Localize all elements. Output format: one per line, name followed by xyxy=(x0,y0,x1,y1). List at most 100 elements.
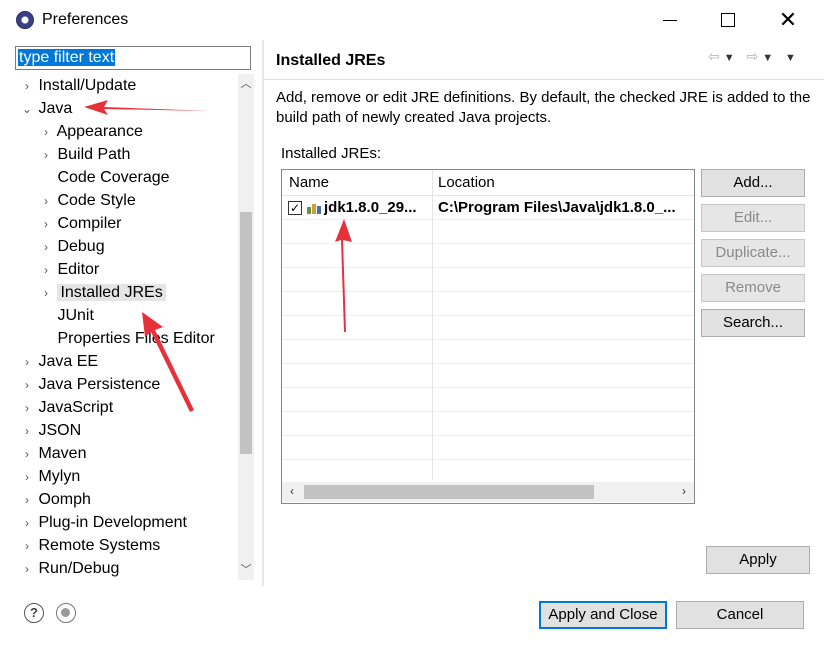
tree-item-mylyn[interactable]: › Mylyn xyxy=(20,465,80,488)
tree-item-java[interactable]: ⌄ Java xyxy=(20,97,72,120)
search-button[interactable]: Search... xyxy=(701,309,805,337)
chevron-right-icon[interactable]: › xyxy=(39,213,53,236)
tree-item-editor[interactable]: › Editor xyxy=(39,258,99,281)
table-row xyxy=(282,460,694,484)
tree-item-label: Oomph xyxy=(38,491,91,508)
edit-button[interactable]: Edit... xyxy=(701,204,805,232)
forward-icon[interactable]: ⇨ xyxy=(747,48,763,64)
tree-item-code-style[interactable]: › Code Style xyxy=(39,189,136,212)
chevron-right-icon[interactable]: › xyxy=(20,75,34,98)
chevron-right-icon[interactable]: › xyxy=(20,397,34,420)
jre-location: C:\Program Files\Java\jdk1.8.0_... xyxy=(438,199,676,216)
eclipse-app-icon xyxy=(16,11,34,29)
tree-item-remote-systems[interactable]: › Remote Systems xyxy=(20,534,160,557)
table-row[interactable]: ✓ jdk1.8.0_29... C:\Program Files\Java\j… xyxy=(282,196,694,220)
chevron-right-icon[interactable]: › xyxy=(39,190,53,213)
forward-menu-icon[interactable]: ▼ xyxy=(762,52,777,64)
chevron-right-icon[interactable]: › xyxy=(39,259,53,282)
help-icon[interactable]: ? xyxy=(24,603,44,623)
apply-and-close-button[interactable]: Apply and Close xyxy=(539,601,667,629)
tree-item-label: Java EE xyxy=(38,353,99,370)
column-header-location[interactable]: Location xyxy=(438,174,495,191)
tree-item-label: Debug xyxy=(57,238,105,255)
tree-item-code-coverage[interactable]: Code Coverage xyxy=(39,166,170,189)
back-menu-icon[interactable]: ▼ xyxy=(724,52,739,64)
tree-item-installed-jres[interactable]: › Installed JREs xyxy=(39,281,166,304)
cancel-button[interactable]: Cancel xyxy=(676,601,804,629)
tree-item-label: Run/Debug xyxy=(38,560,120,577)
tree-item-install-update[interactable]: › Install/Update xyxy=(20,74,136,97)
chevron-right-icon[interactable]: › xyxy=(39,236,53,259)
table-header: Name Location xyxy=(282,170,694,196)
tree-item-java-ee[interactable]: › Java EE xyxy=(20,350,98,373)
tree-item-plug-in-development[interactable]: › Plug-in Development xyxy=(20,511,187,534)
chevron-right-icon[interactable]: › xyxy=(20,420,34,443)
chevron-right-icon[interactable]: › xyxy=(20,489,34,512)
table-row xyxy=(282,436,694,460)
chevron-right-icon[interactable]: › xyxy=(39,282,53,305)
tree-item-maven[interactable]: › Maven xyxy=(20,442,86,465)
tree-item-label: Install/Update xyxy=(38,77,137,94)
tree-item-javascript[interactable]: › JavaScript xyxy=(20,396,113,419)
chevron-down-icon[interactable]: ⌄ xyxy=(20,98,34,121)
chevron-right-icon[interactable]: › xyxy=(39,144,53,167)
tree-item-json[interactable]: › JSON xyxy=(20,419,81,442)
scroll-left-icon[interactable]: ‹ xyxy=(284,484,300,498)
scroll-right-icon[interactable]: › xyxy=(676,484,692,498)
chevron-right-icon[interactable]: › xyxy=(20,466,34,489)
tree-item-java-persistence[interactable]: › Java Persistence xyxy=(20,373,160,396)
record-icon[interactable] xyxy=(56,603,76,623)
tree-item-label: Appearance xyxy=(56,123,143,140)
remove-button[interactable]: Remove xyxy=(701,274,805,302)
apply-button[interactable]: Apply xyxy=(706,546,810,574)
table-horizontal-scrollbar[interactable]: ‹ › xyxy=(282,482,694,502)
scroll-down-icon[interactable]: ﹀ xyxy=(238,562,254,578)
chevron-right-icon[interactable]: › xyxy=(20,443,34,466)
tree-item-label: JSON xyxy=(38,422,82,439)
back-icon[interactable]: ⇦ xyxy=(708,48,724,64)
jre-name: jdk1.8.0_29... xyxy=(324,199,417,216)
chevron-right-icon[interactable]: › xyxy=(39,121,53,144)
tree-item-debug[interactable]: › Debug xyxy=(39,235,105,258)
pane-sash[interactable] xyxy=(262,40,264,586)
tree-item-run-debug[interactable]: › Run/Debug xyxy=(20,557,119,580)
close-icon[interactable]: ✕ xyxy=(768,6,808,34)
filter-text: type filter text xyxy=(18,49,116,66)
duplicate-button[interactable]: Duplicate... xyxy=(701,239,805,267)
table-row xyxy=(282,292,694,316)
tree-item-oomph[interactable]: › Oomph xyxy=(20,488,91,511)
maximize-icon[interactable] xyxy=(708,6,748,34)
chevron-right-icon[interactable]: › xyxy=(20,351,34,374)
installed-jres-label: Installed JREs: xyxy=(281,145,382,162)
tree-item-label: Code Coverage xyxy=(57,169,170,186)
chevron-right-icon[interactable]: › xyxy=(20,558,34,581)
view-menu-icon[interactable]: ▼ xyxy=(785,52,800,64)
column-header-name[interactable]: Name xyxy=(289,174,329,191)
tree-vertical-scrollbar[interactable]: ︿ ﹀ xyxy=(238,74,254,580)
tree-item-properties-files-editor[interactable]: Properties Files Editor xyxy=(39,327,214,350)
tree-item-label: Editor xyxy=(57,261,100,278)
minimize-icon[interactable] xyxy=(650,6,690,34)
tree-item-appearance[interactable]: › Appearance xyxy=(39,120,143,143)
chevron-right-icon[interactable]: › xyxy=(20,374,34,397)
table-row xyxy=(282,388,694,412)
table-row xyxy=(282,268,694,292)
tree-item-label: JavaScript xyxy=(38,399,114,416)
chevron-right-icon[interactable]: › xyxy=(20,512,34,535)
scrollbar-thumb[interactable] xyxy=(304,485,594,499)
tree-item-label: Build Path xyxy=(57,146,131,163)
history-navigation: ⇦▼ ⇨▼ ▼ xyxy=(708,48,800,65)
tree-item-label: Plug-in Development xyxy=(38,514,187,531)
table-row xyxy=(282,412,694,436)
jre-checkbox[interactable]: ✓ xyxy=(288,201,302,215)
scroll-up-icon[interactable]: ︿ xyxy=(238,76,254,92)
tree-item-label: Mylyn xyxy=(38,468,81,485)
tree-item-compiler[interactable]: › Compiler xyxy=(39,212,121,235)
add-button[interactable]: Add... xyxy=(701,169,805,197)
tree-item-build-path[interactable]: › Build Path xyxy=(39,143,130,166)
filter-input[interactable]: type filter text xyxy=(15,46,251,70)
page-title: Installed JREs xyxy=(276,52,386,69)
scrollbar-thumb[interactable] xyxy=(240,212,252,454)
chevron-right-icon[interactable]: › xyxy=(20,535,34,558)
tree-item-junit[interactable]: JUnit xyxy=(39,304,93,327)
